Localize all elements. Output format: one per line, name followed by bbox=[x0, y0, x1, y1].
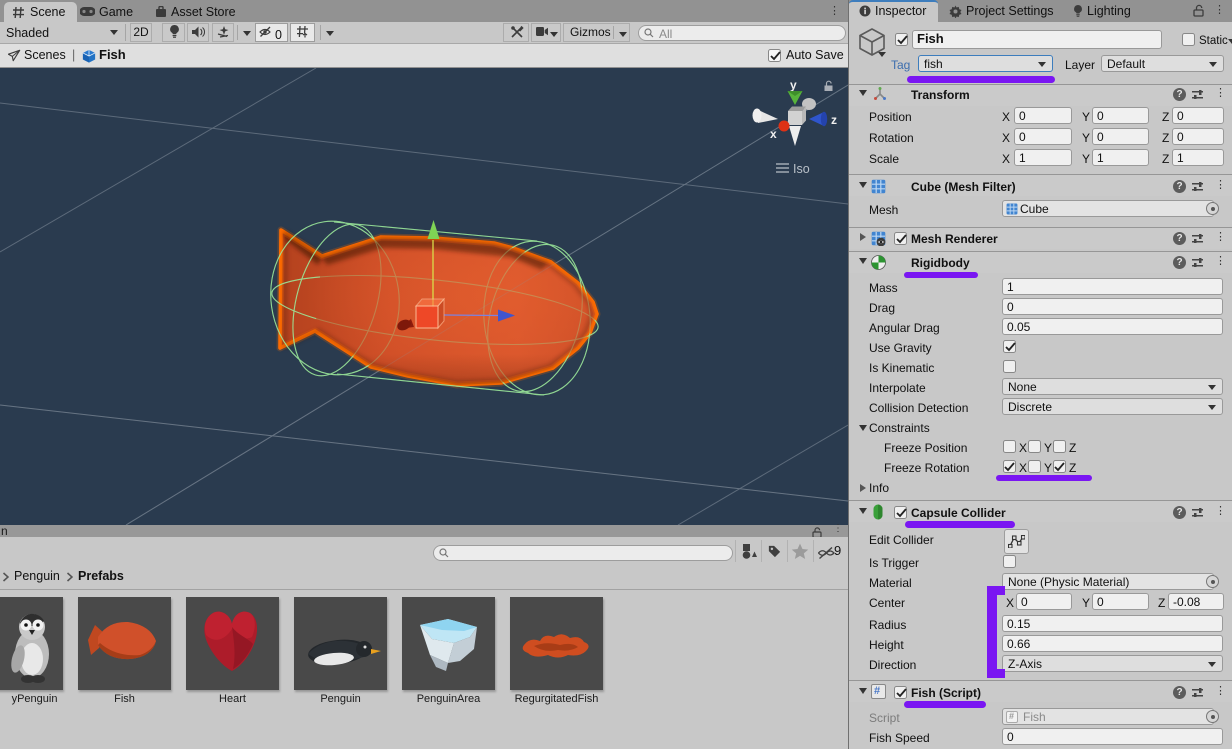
svg-text:Iso: Iso bbox=[793, 162, 810, 176]
svg-text:y: y bbox=[790, 78, 797, 92]
svg-text:x: x bbox=[770, 127, 777, 141]
svg-text:z: z bbox=[831, 113, 837, 127]
